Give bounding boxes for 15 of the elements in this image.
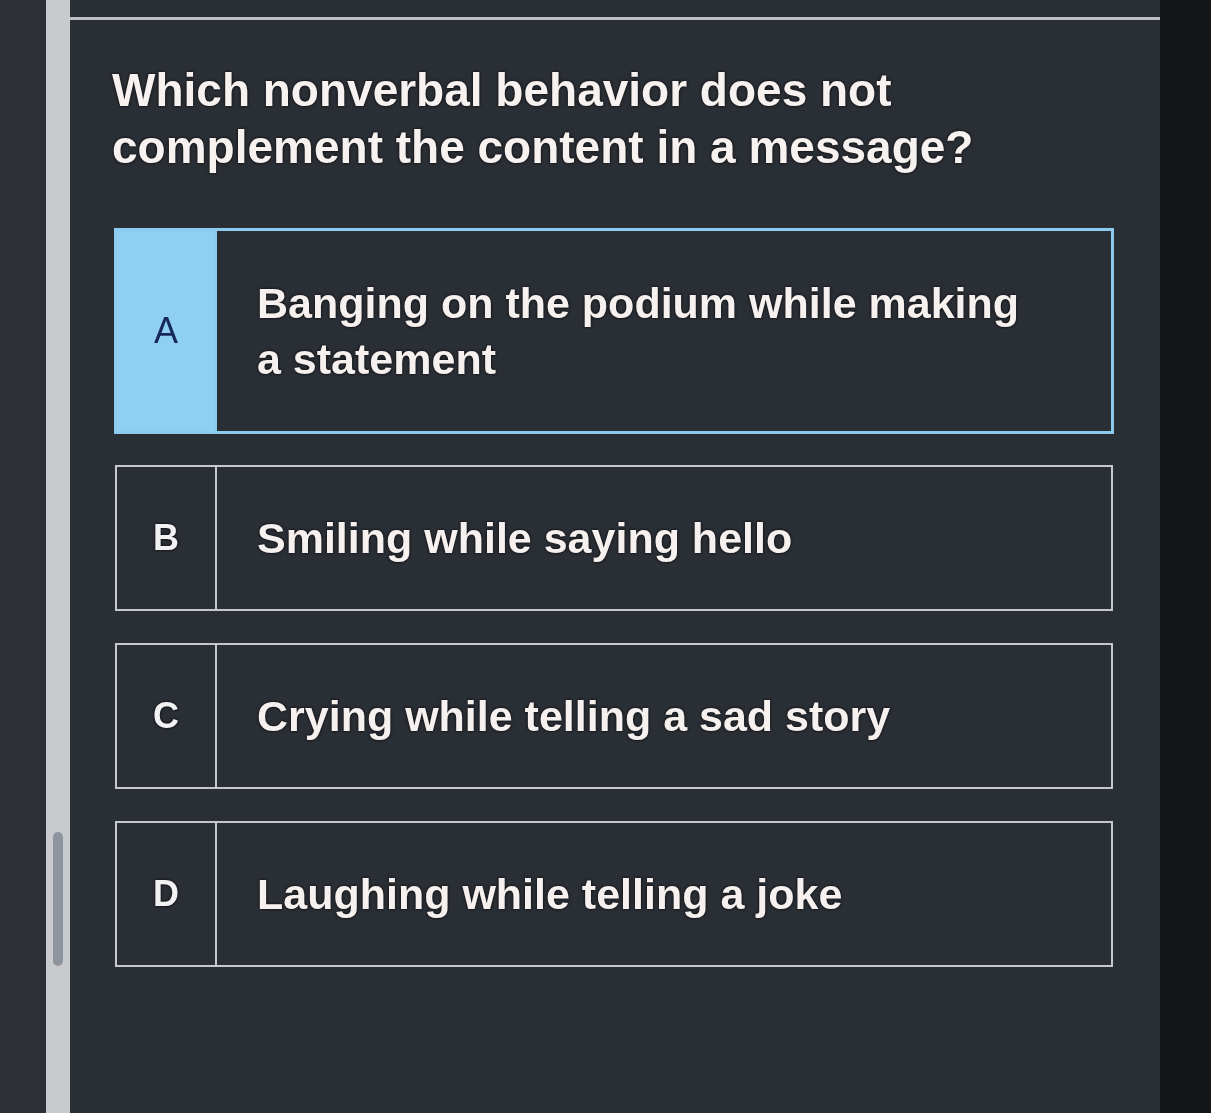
option-letter: A [117, 231, 217, 431]
scrollbar-track[interactable] [46, 0, 70, 1113]
option-text: Smiling while saying hello [257, 514, 793, 562]
option-letter: D [117, 823, 217, 965]
answer-option[interactable]: D Laughing while telling a joke [115, 821, 1113, 967]
option-text: Laughing while telling a joke [257, 870, 843, 918]
option-text: Crying while telling a sad story [257, 692, 891, 740]
question-text: Which nonverbal behavior does not complement the content in a message? [112, 63, 975, 175]
answer-option[interactable]: C Crying while telling a sad story [115, 643, 1113, 789]
option-letter: B [117, 467, 217, 609]
answer-option[interactable]: A Banging on the podium while making a statement [114, 228, 1114, 434]
answer-option[interactable]: B Smiling while saying hello [115, 465, 1113, 611]
scrollbar-thumb[interactable] [53, 832, 63, 966]
option-letter: C [117, 645, 217, 787]
option-text: Banging on the podium while making a statement [257, 279, 1020, 383]
